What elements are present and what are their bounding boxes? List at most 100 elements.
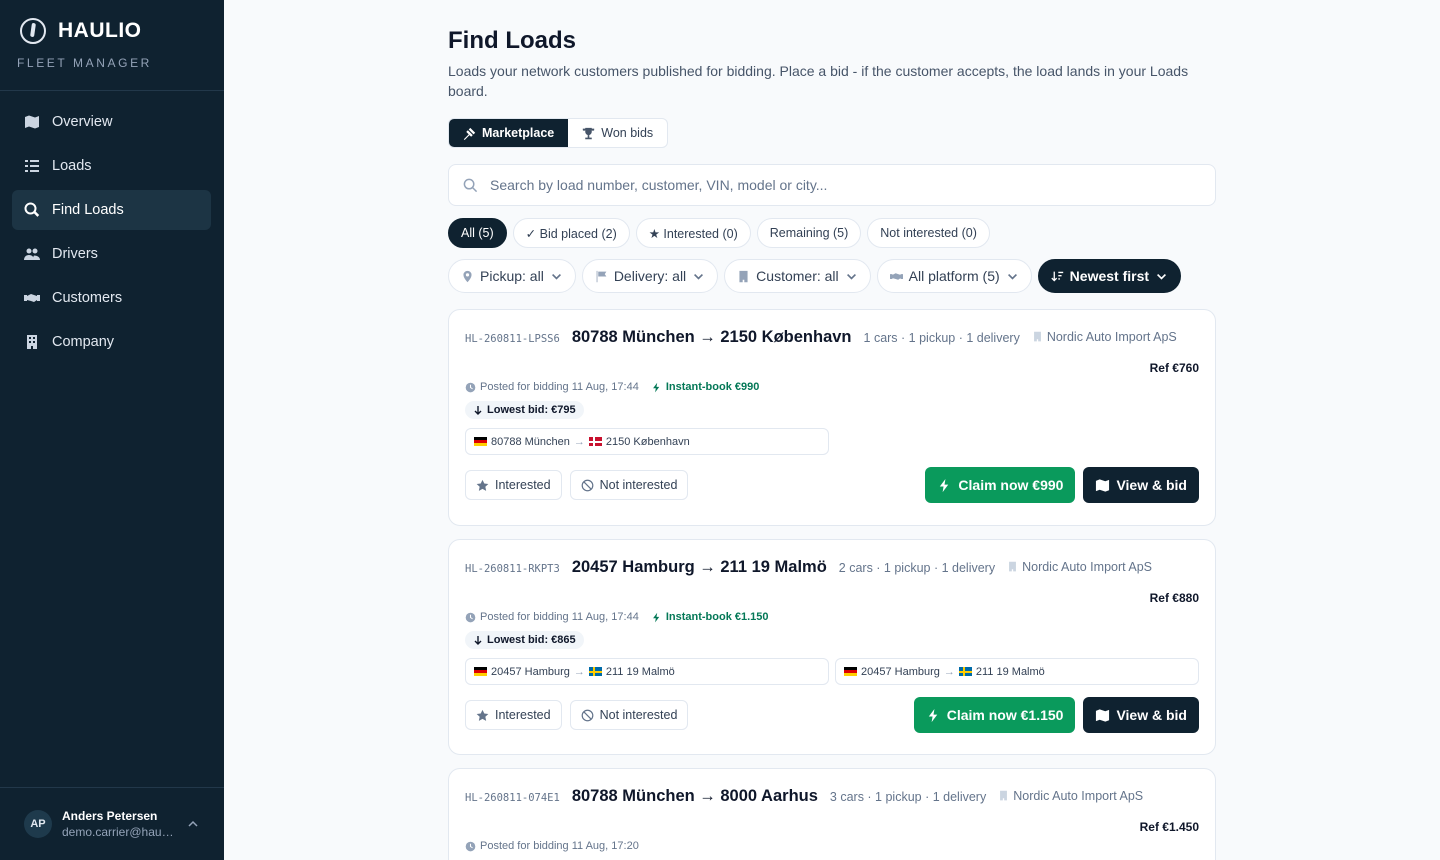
posted-info: Posted for bidding 11 Aug, 17:20 — [465, 840, 639, 852]
load-card[interactable]: HL-260811-LPSS6 80788 München → 2150 Køb… — [448, 309, 1216, 526]
load-card[interactable]: HL-260811-074E1 80788 München → 8000 Aar… — [448, 768, 1216, 860]
load-card-header: HL-260811-074E1 80788 München → 8000 Aar… — [465, 787, 1199, 806]
map-icon — [1096, 478, 1110, 492]
claim-now-button[interactable]: Claim now €990 — [925, 467, 1076, 503]
sort-icon — [1051, 271, 1063, 281]
pickup-filter[interactable]: Pickup: all — [448, 259, 576, 293]
chevron-up-icon[interactable] — [186, 817, 200, 831]
lowest-bid-text: Lowest bid: €865 — [487, 634, 576, 646]
view-and-bid-button[interactable]: View & bid — [1083, 467, 1199, 503]
instant-book: Instant-book €1.150 — [651, 611, 769, 623]
posted-text: Posted for bidding 11 Aug, 17:44 — [480, 381, 639, 393]
sidebar-item-loads[interactable]: Loads — [12, 146, 211, 186]
map-icon — [1096, 708, 1110, 722]
button-label: Interested — [495, 478, 551, 492]
sidebar-item-overview[interactable]: Overview — [12, 102, 211, 142]
chip-all[interactable]: All (5) — [448, 218, 507, 248]
posted-row: Posted for bidding 11 Aug, 17:44 Instant… — [465, 611, 1199, 623]
search-input[interactable] — [490, 177, 1201, 193]
leg-list: 20457 Hamburg → 211 19 Malmö 20457 Hambu… — [465, 658, 1199, 685]
search-loads-icon — [24, 202, 40, 218]
sidebar-divider — [0, 90, 224, 91]
sidebar-item-drivers[interactable]: Drivers — [12, 234, 211, 274]
sidebar-item-label: Company — [52, 334, 115, 350]
chevron-down-icon — [846, 273, 856, 280]
filter-label: Customer: all — [756, 268, 839, 284]
building-icon — [24, 334, 40, 350]
tab-won-bids[interactable]: Won bids — [568, 119, 667, 147]
sweden-flag-icon — [958, 667, 972, 676]
ban-icon — [581, 479, 593, 491]
instant-book-text: Instant-book €990 — [665, 381, 760, 393]
load-card-header: HL-260811-LPSS6 80788 München → 2150 Køb… — [465, 328, 1199, 347]
lightning-icon — [928, 708, 937, 722]
card-actions: Interested Not interested Claim now €990… — [465, 467, 1199, 503]
customer-filter[interactable]: Customer: all — [724, 259, 871, 293]
sidebar-nav: Overview Loads Find Loads Drivers Custom… — [12, 102, 211, 366]
view-and-bid-button[interactable]: View & bid — [1083, 697, 1199, 733]
clock-icon — [465, 382, 476, 392]
load-meta: 3 cars · 1 pickup · 1 delivery — [829, 790, 987, 804]
gavel-icon — [463, 127, 476, 140]
chip-bid-placed[interactable]: ✓ Bid placed (2) — [512, 218, 630, 248]
load-card[interactable]: HL-260811-RKPT3 20457 Hamburg → 211 19 M… — [448, 539, 1216, 755]
posted-text: Posted for bidding 11 Aug, 17:20 — [480, 840, 639, 852]
filter-bar: Pickup: all Delivery: all Customer: all … — [448, 259, 1216, 293]
customer-name: Nordic Auto Import ApS — [1022, 559, 1153, 574]
posted-info: Posted for bidding 11 Aug, 17:44 — [465, 611, 639, 623]
reference-price: Ref €880 — [1149, 591, 1199, 605]
star-icon — [476, 709, 489, 721]
building-icon — [739, 270, 748, 282]
claim-now-button[interactable]: Claim now €1.150 — [913, 697, 1076, 733]
user-info: Anders Petersen demo.carrier@haulio.app — [62, 809, 176, 839]
brand[interactable]: HAULIO — [0, 0, 224, 44]
chip-remaining[interactable]: Remaining (5) — [756, 218, 862, 248]
search-icon — [463, 178, 478, 192]
chevron-down-icon — [1157, 273, 1167, 280]
filter-label: All platform (5) — [908, 268, 1000, 284]
filter-label: Pickup: all — [480, 268, 544, 284]
load-card-header: HL-260811-RKPT3 20457 Hamburg → 211 19 M… — [465, 558, 1199, 577]
lightning-icon — [652, 382, 660, 392]
reference-price: Ref €1.450 — [1139, 820, 1199, 834]
interested-button[interactable]: Interested — [465, 470, 562, 500]
reference-price: Ref €760 — [1149, 361, 1199, 375]
interested-button[interactable]: Interested — [465, 700, 562, 730]
app-name: HAULIO — [58, 19, 142, 42]
trophy-icon — [583, 127, 595, 139]
sidebar-item-find-loads[interactable]: Find Loads — [12, 190, 211, 230]
platform-filter[interactable]: All platform (5) — [876, 259, 1032, 293]
lowest-bid-badge: Lowest bid: €865 — [465, 631, 584, 649]
leg-to: 2150 København — [605, 435, 690, 448]
sort-dropdown[interactable]: Newest first — [1037, 259, 1182, 293]
load-meta: 1 cars · 1 pickup · 1 delivery — [863, 331, 1020, 345]
posted-text: Posted for bidding 11 Aug, 17:44 — [480, 611, 639, 623]
load-route: 80788 München → 8000 Aarhus — [571, 787, 818, 805]
sidebar-item-customers[interactable]: Customers — [12, 278, 211, 318]
load-number: HL-260811-RKPT3 — [465, 563, 560, 575]
clock-icon — [465, 841, 476, 851]
leg-from: 20457 Hamburg — [861, 665, 940, 678]
sidebar-item-company[interactable]: Company — [12, 322, 211, 362]
user-menu[interactable]: AP Anders Petersen demo.carrier@haulio.a… — [0, 787, 224, 860]
not-interested-button[interactable]: Not interested — [569, 700, 689, 730]
avatar: AP — [24, 810, 52, 838]
handshake-icon — [24, 290, 40, 306]
search-box — [448, 164, 1216, 206]
chip-interested[interactable]: ★ Interested (0) — [635, 218, 751, 248]
arrow-right-icon: → — [943, 665, 955, 678]
tab-label: Marketplace — [482, 126, 555, 140]
chip-not-interested[interactable]: Not interested (0) — [867, 218, 990, 248]
star-icon — [476, 479, 489, 491]
tab-marketplace[interactable]: Marketplace — [449, 119, 569, 147]
not-interested-button[interactable]: Not interested — [569, 470, 689, 500]
map-icon — [24, 114, 40, 130]
list-icon — [24, 158, 40, 174]
delivery-filter[interactable]: Delivery: all — [581, 259, 719, 293]
leg-to: 211 19 Malmö — [975, 665, 1045, 678]
sidebar-item-label: Overview — [52, 114, 113, 130]
load-route: 20457 Hamburg → 211 19 Malmö — [571, 558, 827, 576]
customer-name: Nordic Auto Import ApS — [1013, 788, 1144, 803]
button-label: Not interested — [599, 708, 678, 722]
arrow-down-icon — [474, 636, 482, 645]
